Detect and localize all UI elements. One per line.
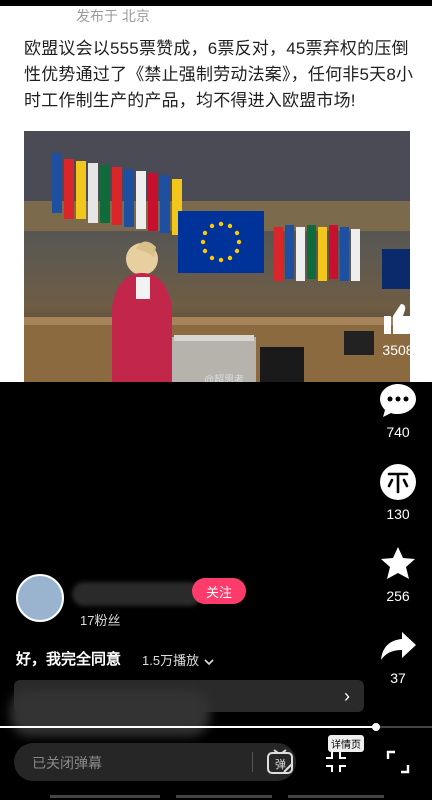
indicator-segment — [288, 795, 384, 798]
photo-watermark: @超思考 — [204, 375, 245, 382]
share-count: 37 — [390, 670, 406, 686]
article-headline: 欧盟议会以555票赞成，6票反对，45票弃权的压倒性优势通过了《禁止强制劳动法案… — [24, 39, 414, 110]
chevron-right-icon: › — [344, 686, 350, 706]
danmaku-placeholder: 已关闭弹幕 — [32, 755, 102, 771]
author-name-blurred — [72, 582, 202, 606]
progress-fill — [0, 726, 376, 728]
comment-icon — [378, 380, 418, 420]
chevron-down-icon — [204, 658, 214, 665]
coin-count: 130 — [386, 506, 410, 522]
star-icon — [378, 544, 418, 584]
post-location: 发布于 北京 — [76, 8, 150, 24]
blurred-overlay — [10, 690, 210, 736]
flags-right — [274, 225, 410, 289]
home-indicator — [0, 794, 432, 800]
coin-action[interactable]: 130 — [378, 462, 418, 522]
coin-icon — [378, 462, 418, 502]
danmaku-toggle-icon[interactable]: 弹 — [266, 748, 296, 781]
like-count: 3508 — [382, 342, 414, 358]
indicator-segment — [176, 795, 272, 798]
parliament-photo: @超思考 — [24, 131, 410, 382]
play-count-text: 1.5万播放 — [142, 653, 200, 668]
comment-count: 740 — [386, 424, 410, 440]
favorite-count: 256 — [386, 588, 410, 604]
avatar[interactable] — [16, 574, 64, 622]
video-caption: 好，我完全同意 — [16, 651, 122, 668]
danmaku-input[interactable]: 已关闭弹幕 弹 — [14, 743, 296, 781]
author-block[interactable] — [16, 574, 202, 622]
fullscreen-icon[interactable] — [386, 750, 410, 779]
shrink-icon[interactable] — [324, 750, 348, 779]
thumbs-up-icon — [378, 298, 418, 338]
play-count[interactable]: 1.5万播放 — [142, 650, 215, 669]
video-progress-bar[interactable] — [0, 723, 432, 731]
share-icon — [378, 626, 418, 666]
favorite-action[interactable]: 256 — [378, 544, 418, 604]
danmaku-icon-text: 弹 — [275, 757, 286, 771]
indicator-segment — [50, 795, 160, 798]
like-action[interactable]: 3508 — [378, 298, 418, 358]
progress-knob[interactable] — [371, 723, 380, 731]
divider — [252, 752, 253, 772]
fan-count: 17粉丝 — [80, 613, 121, 628]
speaker — [112, 241, 172, 382]
comment-action[interactable]: 740 — [378, 380, 418, 440]
share-action[interactable]: 37 — [378, 626, 418, 686]
article-screenshot: 发布于 北京 欧盟议会以555票赞成，6票反对，45票弃权的压倒性优势通过了《禁… — [0, 6, 432, 382]
parliament-illustration — [24, 131, 410, 382]
follow-button[interactable]: 关注 — [192, 578, 246, 604]
eu-flag — [178, 211, 264, 273]
